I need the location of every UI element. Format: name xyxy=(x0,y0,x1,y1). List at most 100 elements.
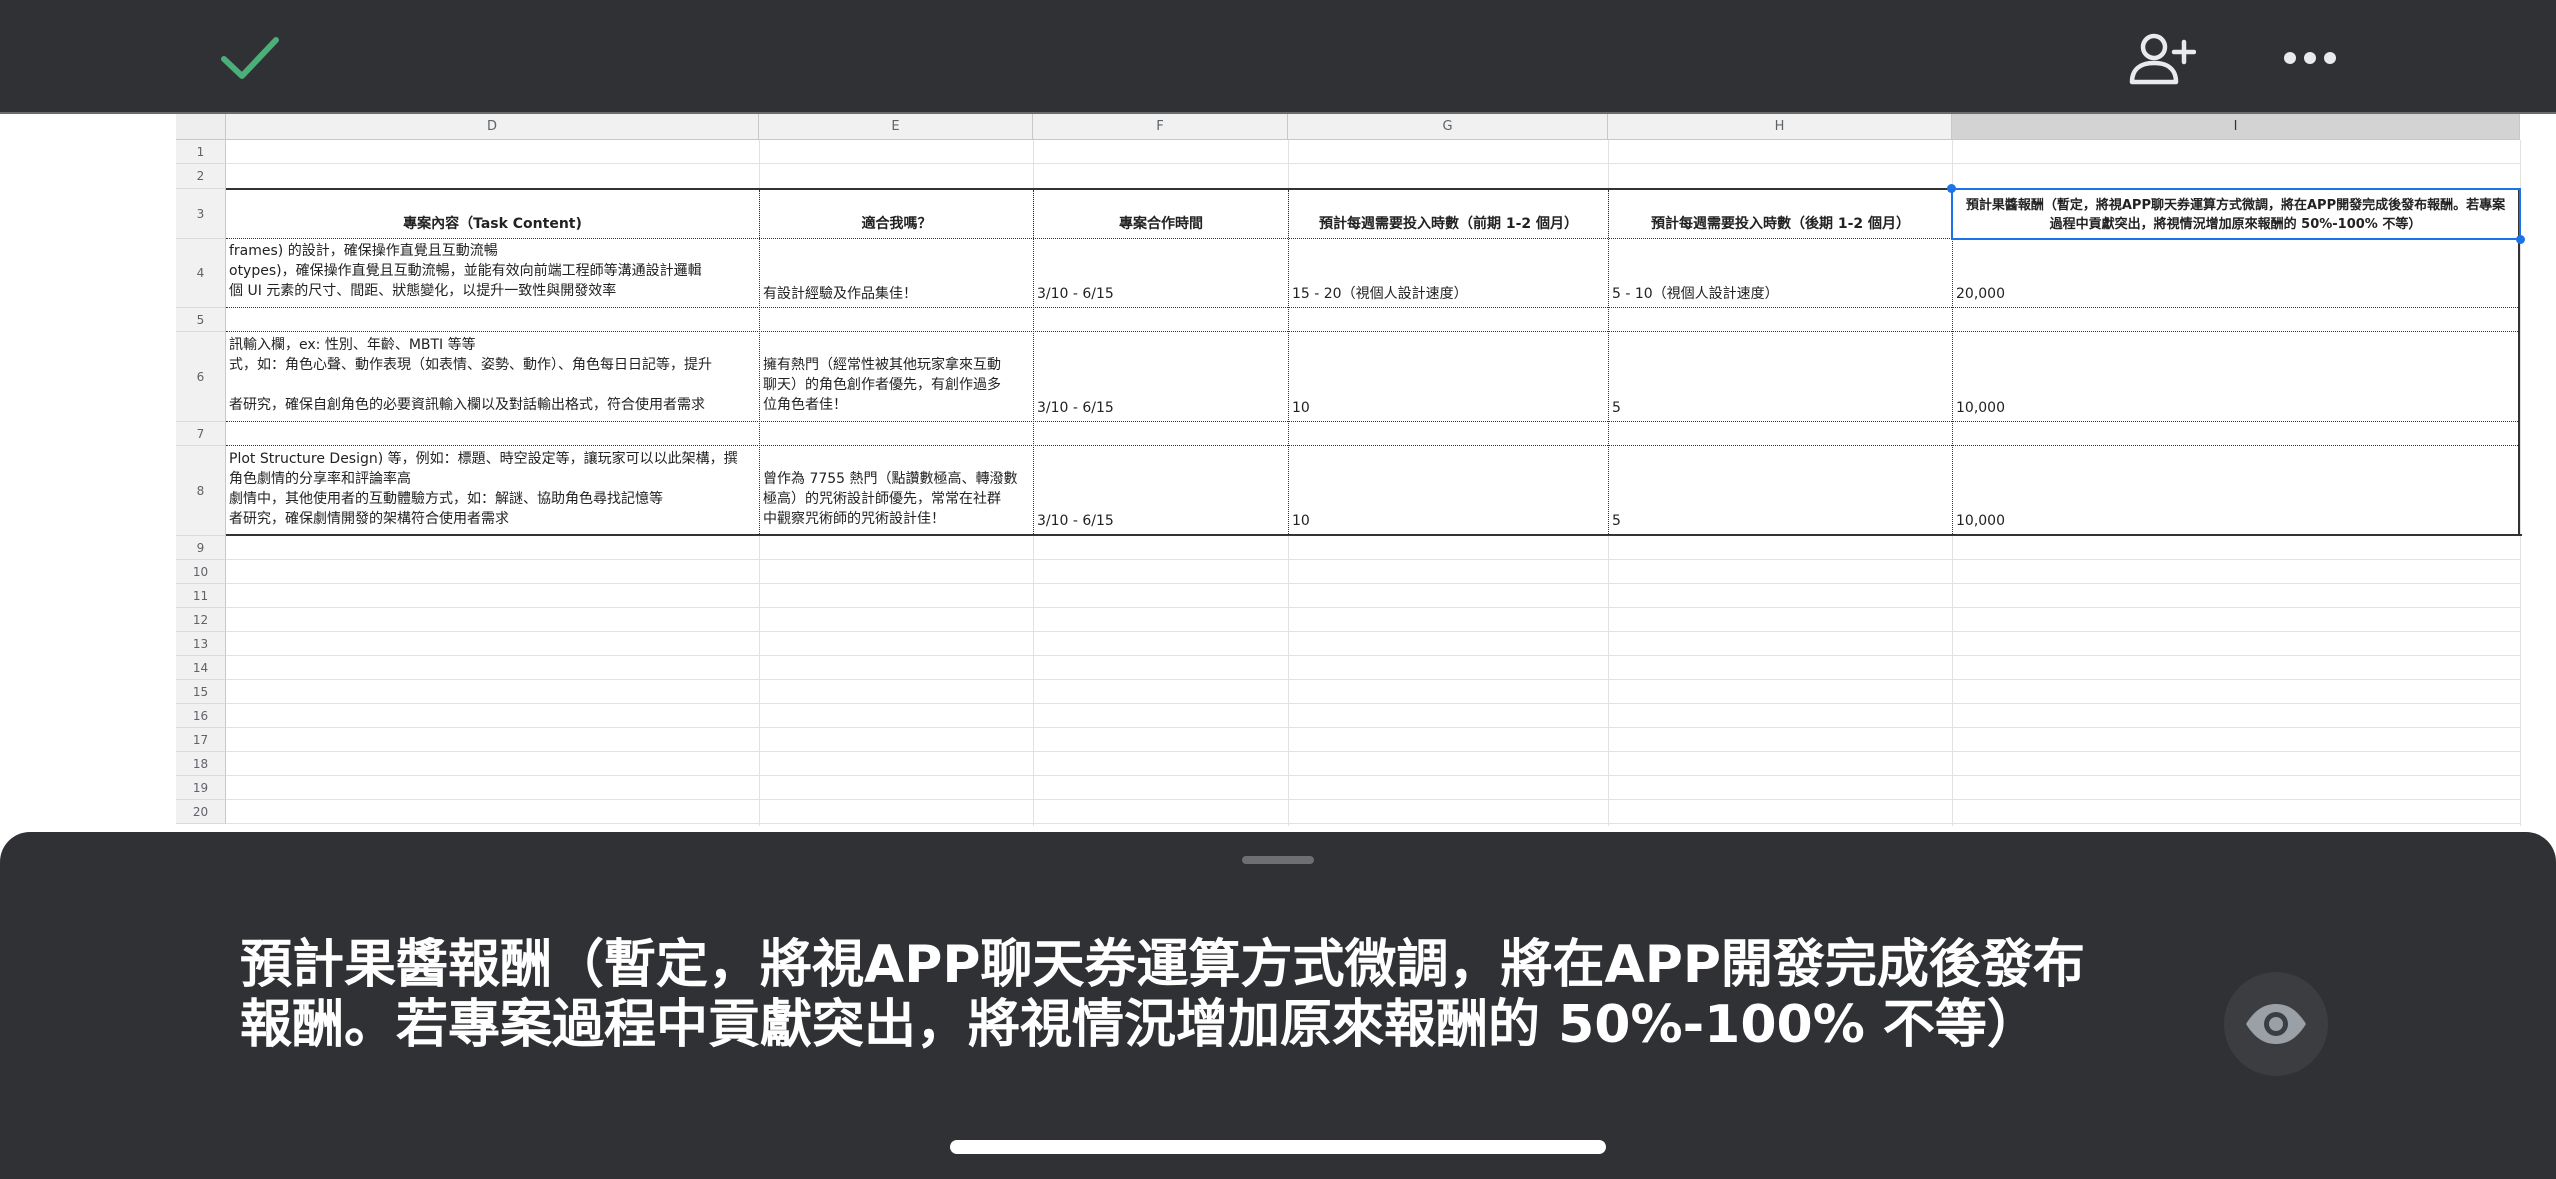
table-border xyxy=(226,331,2518,332)
cell-g6[interactable]: 10 xyxy=(1289,333,1608,421)
cell-text-line: 訊輸入欄，ex: 性別、年齡、MBTI 等等 xyxy=(229,337,476,353)
row-header[interactable]: 10 xyxy=(176,560,226,584)
cell-selection xyxy=(1951,188,2521,240)
column-header-i[interactable]: I xyxy=(1952,114,2520,140)
sheet-drag-handle[interactable] xyxy=(1242,856,1314,864)
cell-text-line: frames) 的設計，確保操作直覺且互動流暢 xyxy=(229,243,498,259)
gridline xyxy=(226,655,2520,656)
cell-text-line: 位角色者佳！ xyxy=(763,397,847,413)
table-border xyxy=(226,421,2518,422)
column-header-f[interactable]: F xyxy=(1033,114,1288,140)
cell-i8[interactable]: 10,000 xyxy=(1953,447,2518,534)
person-add-icon[interactable] xyxy=(2115,22,2205,94)
cell-g4[interactable]: 15 - 20（視個人設計速度） xyxy=(1289,239,1608,307)
row-header[interactable]: 2 xyxy=(176,164,226,189)
cell-text-line: 式，如：角色心聲、動作表現（如表情、姿勢、動作）、角色每日日記等，提升 xyxy=(229,357,712,373)
check-icon[interactable] xyxy=(200,22,300,94)
table-border xyxy=(226,307,2518,308)
cell-d4[interactable]: frames) 的設計，確保操作直覺且互動流暢 otypes)，確保操作直覺且互… xyxy=(226,239,759,307)
home-indicator xyxy=(950,1140,1606,1154)
spreadsheet-grid[interactable]: D E F G H I 1 2 3 4 5 6 7 8 9 10 11 12 1… xyxy=(0,114,2556,834)
row-header[interactable]: 16 xyxy=(176,704,226,728)
row-header[interactable]: 13 xyxy=(176,632,226,656)
cell-text-line: 角色劇情的分享率和評論率高 xyxy=(229,471,411,487)
cell-d3[interactable]: 專案內容（Task Content) xyxy=(226,190,759,238)
cell-e8[interactable]: 曾作為 7755 熱門（點讚數極高、轉潑數 極高）的咒術設計師優先，常常在社群 … xyxy=(760,447,1033,534)
row-header[interactable]: 5 xyxy=(176,308,226,332)
gridline xyxy=(226,703,2520,704)
cell-text-line: 劇情中，其他使用者的互動體驗方式，如：解謎、協助角色尋找記憶等 xyxy=(229,491,663,507)
gridline xyxy=(1952,536,1953,826)
cell-text-line: 聊天）的角色創作者優先，有創作過多 xyxy=(763,377,1001,393)
row-header[interactable]: 12 xyxy=(176,608,226,632)
gridline xyxy=(226,775,2520,776)
gridline xyxy=(226,583,2520,584)
gridline xyxy=(759,536,760,826)
gridline xyxy=(226,679,2520,680)
top-toolbar xyxy=(0,0,2556,112)
cell-f4[interactable]: 3/10 - 6/15 xyxy=(1034,239,1288,307)
gridline xyxy=(226,727,2520,728)
cell-d6[interactable]: 訊輸入欄，ex: 性別、年齡、MBTI 等等 式，如：角色心聲、動作表現（如表情… xyxy=(226,333,759,421)
row-header[interactable]: 19 xyxy=(176,776,226,800)
row-header[interactable]: 15 xyxy=(176,680,226,704)
cell-h6[interactable]: 5 xyxy=(1609,333,1952,421)
cell-f3[interactable]: 專案合作時間 xyxy=(1034,190,1288,238)
cell-h4[interactable]: 5 - 10（視個人設計速度） xyxy=(1609,239,1952,307)
select-all-corner[interactable] xyxy=(176,114,226,140)
cell-i6[interactable]: 10,000 xyxy=(1953,333,2518,421)
cell-h8[interactable]: 5 xyxy=(1609,447,1952,534)
row-header[interactable]: 7 xyxy=(176,422,226,446)
row-header[interactable]: 17 xyxy=(176,728,226,752)
row-header[interactable]: 1 xyxy=(176,140,226,164)
cell-g8[interactable]: 10 xyxy=(1289,447,1608,534)
table-border xyxy=(226,445,2518,446)
gridline xyxy=(226,163,2520,164)
selection-handle-bottom-right[interactable] xyxy=(2516,235,2525,244)
row-header[interactable]: 11 xyxy=(176,584,226,608)
column-header-e[interactable]: E xyxy=(759,114,1033,140)
gridline xyxy=(1033,536,1034,826)
cell-f8[interactable]: 3/10 - 6/15 xyxy=(1034,447,1288,534)
cell-text-line: 極高）的咒術設計師優先，常常在社群 xyxy=(763,491,1001,507)
cell-d8[interactable]: Plot Structure Design) 等，例如：標題、時空設定等，讓玩家… xyxy=(226,447,759,534)
row-header[interactable]: 18 xyxy=(176,752,226,776)
more-horiz-icon[interactable] xyxy=(2265,22,2355,94)
cell-text-line: 個 UI 元素的尺寸、間距、狀態變化，以提升一致性與開發效率 xyxy=(229,283,617,299)
row-header[interactable]: 14 xyxy=(176,656,226,680)
cell-text-line: otypes)，確保操作直覺且互動流暢，並能有效向前端工程師等溝通設計邏輯 xyxy=(229,263,702,279)
row-header[interactable]: 8 xyxy=(176,446,226,536)
cell-text-line: 擁有熱門（經常性被其他玩家拿來互動 xyxy=(763,357,1001,373)
cell-preview-text: 預計果醬報酬（暫定，將視APP聊天券運算方式微調，將在APP開發完成後發布報酬。… xyxy=(240,935,2085,1055)
gridline xyxy=(226,751,2520,752)
cell-text-line: Plot Structure Design) 等，例如：標題、時空設定等，讓玩家… xyxy=(229,451,738,467)
cell-text-line xyxy=(229,375,756,395)
gridline xyxy=(226,631,2520,632)
gridline xyxy=(226,799,2520,800)
cell-f6[interactable]: 3/10 - 6/15 xyxy=(1034,333,1288,421)
cell-text-line: 者研究，確保劇情開發的架構符合使用者需求 xyxy=(229,511,509,527)
cell-e4[interactable]: 有設計經驗及作品集佳！ xyxy=(760,239,1033,307)
cell-text-line: 中觀察咒術師的咒術設計佳！ xyxy=(763,511,945,527)
table-border xyxy=(226,534,2522,536)
gridline xyxy=(226,607,2520,608)
row-header[interactable]: 6 xyxy=(176,332,226,422)
column-header-h[interactable]: H xyxy=(1608,114,1952,140)
row-header[interactable]: 4 xyxy=(176,239,226,308)
eye-icon[interactable] xyxy=(2224,972,2328,1076)
row-header[interactable]: 20 xyxy=(176,800,226,824)
cell-h3[interactable]: 預計每週需要投入時數（後期 1-2 個月） xyxy=(1609,190,1952,238)
cell-i4[interactable]: 20,000 xyxy=(1953,239,2518,307)
row-header[interactable]: 3 xyxy=(176,189,226,239)
cell-text-line: 者研究，確保自創角色的必要資訊輸入欄以及對話輸出格式，符合使用者需求 xyxy=(229,397,705,413)
selection-handle-top-left[interactable] xyxy=(1947,184,1956,193)
column-header-g[interactable]: G xyxy=(1288,114,1608,140)
cell-e3[interactable]: 適合我嗎？ xyxy=(760,190,1033,238)
column-header-d[interactable]: D xyxy=(226,114,759,140)
row-header[interactable]: 9 xyxy=(176,536,226,560)
cell-e6[interactable]: 擁有熱門（經常性被其他玩家拿來互動 聊天）的角色創作者優先，有創作過多 位角色者… xyxy=(760,333,1033,421)
gridline xyxy=(226,823,2520,824)
cell-text-line: 曾作為 7755 熱門（點讚數極高、轉潑數 xyxy=(763,471,1018,487)
cell-g3[interactable]: 預計每週需要投入時數（前期 1-2 個月） xyxy=(1289,190,1608,238)
gridline xyxy=(226,559,2520,560)
